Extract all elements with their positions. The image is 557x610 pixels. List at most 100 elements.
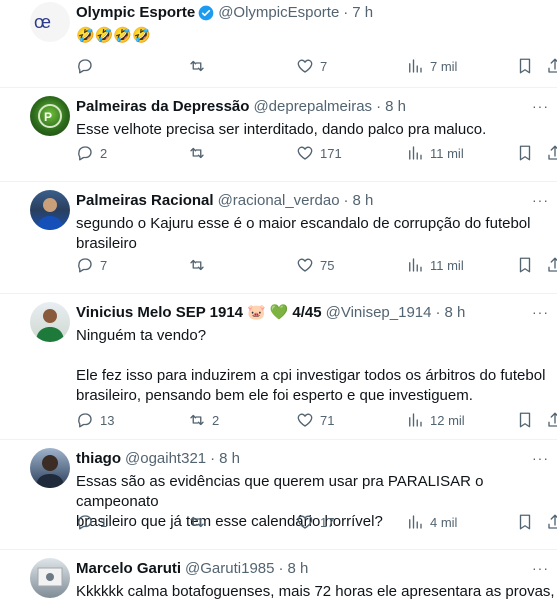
avatar[interactable] (30, 448, 70, 488)
tweet[interactable]: œ Olympic Esporte @OlympicEsporte · 7 h … (0, 0, 557, 88)
reply-button[interactable]: 2 (76, 143, 107, 163)
reply-icon (78, 413, 92, 428)
views-button[interactable]: 7 mil (406, 56, 457, 76)
like-icon (297, 146, 313, 160)
separator-dot: · (435, 304, 441, 321)
tweet-header: Olympic Esporte @OlympicEsporte · 7 h (76, 4, 557, 22)
share-button[interactable] (546, 410, 557, 430)
tweet-text: segundo o Kajuru esse é o maior escandal… (76, 215, 531, 252)
bookmark-button[interactable] (516, 410, 534, 430)
reply-icon (78, 258, 92, 273)
timestamp[interactable]: 7 h (352, 4, 373, 22)
olympic-logo-icon: œ (34, 12, 51, 32)
retweet-button[interactable] (188, 56, 212, 76)
timestamp[interactable]: 8 h (444, 304, 465, 322)
like-button[interactable]: 71 (296, 410, 334, 430)
share-button[interactable] (546, 255, 557, 275)
tweet[interactable]: Palmeiras Racional @racional_verdao · 8 … (0, 182, 557, 294)
tweet[interactable]: thiago @ogaiht321 · 8 h Essas são as evi… (0, 440, 557, 550)
profile-photo-icon (37, 198, 63, 230)
views-icon (409, 413, 422, 427)
display-name[interactable]: Palmeiras da Depressão (76, 98, 249, 116)
handle[interactable]: @Garuti1985 (185, 560, 274, 578)
display-name[interactable]: Olympic Esporte (76, 4, 195, 22)
bookmark-icon (519, 145, 531, 161)
avatar[interactable] (30, 190, 70, 230)
reply-button[interactable]: 1 (76, 512, 107, 532)
verified-icon (198, 5, 214, 21)
like-icon (297, 515, 313, 529)
avatar[interactable]: P (30, 96, 70, 136)
handle[interactable]: @OlympicEsporte (218, 4, 339, 22)
share-icon (548, 145, 557, 160)
more-icon[interactable]: ··· (532, 560, 549, 576)
palmeiras-logo-icon: P (38, 104, 62, 128)
display-name[interactable]: thiago (76, 450, 121, 468)
retweet-button[interactable] (188, 512, 212, 532)
share-button[interactable] (546, 143, 557, 163)
handle[interactable]: @ogaiht321 (125, 450, 206, 468)
bookmark-button[interactable] (516, 255, 534, 275)
more-icon[interactable]: ··· (532, 450, 549, 466)
tweet[interactable]: P Palmeiras da Depressão @deprepalmeiras… (0, 88, 557, 182)
timestamp[interactable]: 8 h (385, 98, 406, 116)
display-name[interactable]: Palmeiras Racional (76, 192, 214, 210)
reply-button[interactable]: 13 (76, 410, 114, 430)
tweet-text: 🤣🤣🤣🤣 (76, 27, 151, 44)
display-name[interactable]: Vinicius Melo SEP 1914 (76, 304, 243, 322)
more-icon[interactable]: ··· (532, 304, 549, 320)
views-button[interactable]: 11 mil (406, 143, 464, 163)
share-button[interactable] (546, 512, 557, 532)
avatar[interactable] (30, 302, 70, 342)
views-icon (409, 258, 422, 272)
retweet-button[interactable]: 2 (188, 410, 219, 430)
handle[interactable]: @deprepalmeiras (253, 98, 372, 116)
reply-icon (78, 515, 92, 530)
reply-button[interactable]: 7 (76, 255, 107, 275)
avatar[interactable] (30, 558, 70, 598)
retweet-icon (190, 516, 204, 528)
avatar[interactable]: œ (30, 2, 70, 42)
tweet-header: thiago @ogaiht321 · 8 h (76, 450, 557, 468)
reply-button[interactable] (76, 56, 100, 76)
timeline-feed: œ Olympic Esporte @OlympicEsporte · 7 h … (0, 0, 557, 610)
timestamp[interactable]: 8 h (219, 450, 240, 468)
separator-dot: · (343, 192, 349, 209)
tweet-header: Palmeiras da Depressão @deprepalmeiras ·… (76, 98, 557, 116)
separator-dot: · (343, 4, 349, 21)
like-icon (297, 413, 313, 427)
bookmark-icon (519, 257, 531, 273)
tweet-text: Esse velhote precisa ser interditado, da… (76, 121, 487, 138)
handle[interactable]: @racional_verdao (218, 192, 340, 210)
more-icon[interactable]: ··· (532, 192, 549, 208)
timestamp[interactable]: 8 h (353, 192, 374, 210)
views-button[interactable]: 12 mil (406, 410, 465, 430)
retweet-icon (190, 259, 204, 271)
like-button[interactable]: 7 (296, 56, 327, 76)
like-button[interactable]: 75 (296, 255, 334, 275)
bookmark-icon (519, 412, 531, 428)
share-button[interactable] (546, 56, 557, 76)
like-button[interactable]: 171 (296, 143, 342, 163)
tweet[interactable]: Marcelo Garuti @Garuti1985 · 8 h Kkkkkk … (0, 550, 557, 610)
retweet-button[interactable] (188, 255, 212, 275)
separator-dot: · (278, 560, 284, 577)
tweet[interactable]: Vinicius Melo SEP 1914 🐷 💚 4/45 @Vinisep… (0, 294, 557, 440)
more-icon[interactable]: ··· (532, 98, 549, 114)
name-suffix: 4/45 (292, 304, 322, 321)
bookmark-button[interactable] (516, 56, 534, 76)
retweet-button[interactable] (188, 143, 212, 163)
timestamp[interactable]: 8 h (287, 560, 308, 578)
views-button[interactable]: 4 mil (406, 512, 457, 532)
bookmark-icon (519, 514, 531, 530)
views-button[interactable]: 11 mil (406, 255, 464, 275)
views-icon (409, 515, 422, 529)
display-name[interactable]: Marcelo Garuti (76, 560, 181, 578)
profile-photo-icon (37, 567, 63, 587)
share-icon (548, 58, 557, 73)
bookmark-button[interactable] (516, 512, 534, 532)
handle[interactable]: @Vinisep_1914 (326, 304, 432, 322)
pig-emoji-icon: 🐷 (247, 304, 266, 321)
like-button[interactable]: 17 (296, 512, 334, 532)
bookmark-button[interactable] (516, 143, 534, 163)
